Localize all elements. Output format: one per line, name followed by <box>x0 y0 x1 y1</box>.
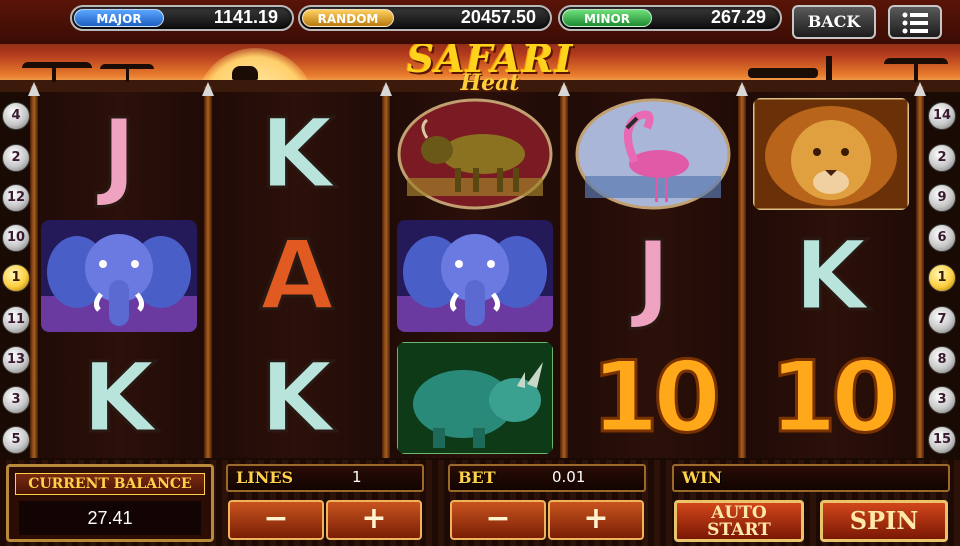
symbol-rhino <box>392 338 558 458</box>
line-marker-left[interactable]: 10 <box>2 224 30 252</box>
acacia-trunk-left <box>52 66 56 82</box>
elephant-silhouette <box>232 66 258 80</box>
reel-5: K 10 <box>746 92 916 458</box>
back-button[interactable]: BACK <box>792 5 876 39</box>
line-marker-left[interactable]: 13 <box>2 346 30 374</box>
bet-panel: BET 0.01 <box>448 464 646 492</box>
wildebeest-icon <box>397 98 553 210</box>
lion-icon <box>753 98 909 210</box>
line-marker-left-active[interactable]: 1 <box>2 264 30 292</box>
line-marker-left[interactable]: 3 <box>2 386 30 414</box>
symbol-wildebeest <box>392 94 558 214</box>
symbol-lion <box>748 94 914 214</box>
herd-silhouette <box>748 68 818 78</box>
bet-value: 0.01 <box>552 468 586 486</box>
jackpot-major-label: MAJOR <box>74 9 164 27</box>
reel-2: K A K <box>212 92 382 458</box>
giraffe-silhouette <box>826 56 832 80</box>
menu-icon <box>902 12 928 34</box>
line-marker-right[interactable]: 14 <box>928 102 956 130</box>
lines-minus-button[interactable]: − <box>228 500 324 540</box>
line-marker-right[interactable]: 3 <box>928 386 956 414</box>
top-bar: MAJOR 1141.19 RANDOM 20457.50 MINOR 267.… <box>0 0 960 44</box>
jackpot-minor-value: 267.29 <box>710 7 766 27</box>
jackpot-random-label: RANDOM <box>302 9 394 27</box>
jackpot-random: RANDOM 20457.50 <box>298 5 552 31</box>
line-marker-left[interactable]: 2 <box>2 144 30 172</box>
acacia-tree-left <box>22 62 92 68</box>
rhino-icon <box>397 342 553 454</box>
lines-label: LINES <box>236 468 294 487</box>
line-marker-left[interactable]: 4 <box>2 102 30 130</box>
symbol-a: A <box>258 219 335 334</box>
symbol-j: J <box>100 97 139 212</box>
line-marker-left[interactable]: 5 <box>2 426 30 454</box>
acacia-trunk-left-2 <box>126 68 129 82</box>
reel-4: J 10 <box>568 92 738 458</box>
acacia-trunk-right <box>914 62 918 82</box>
symbol-k: K <box>258 97 335 212</box>
current-balance-value: 27.41 <box>19 501 201 535</box>
line-marker-left[interactable]: 11 <box>2 306 30 334</box>
reel-1: J K <box>34 92 204 458</box>
reel-divider-spear <box>736 82 748 458</box>
symbol-k: K <box>258 341 335 456</box>
line-marker-right[interactable]: 6 <box>928 224 956 252</box>
lines-plus-button[interactable]: + <box>326 500 422 540</box>
win-label: WIN <box>682 468 723 487</box>
symbol-flamingo <box>570 94 736 214</box>
reel-divider-spear <box>914 82 926 458</box>
line-marker-right[interactable]: 8 <box>928 346 956 374</box>
current-balance-label: CURRENT BALANCE <box>15 473 205 495</box>
lines-value: 1 <box>352 468 362 486</box>
menu-button[interactable] <box>888 5 942 39</box>
elephant-icon <box>397 220 553 332</box>
reel-divider-spear <box>558 82 570 458</box>
line-marker-right-active[interactable]: 1 <box>928 264 956 292</box>
reel-divider-spear <box>380 82 392 458</box>
elephant-icon <box>41 220 197 332</box>
bet-minus-button[interactable]: − <box>450 500 546 540</box>
reel-3 <box>390 92 560 458</box>
jackpot-major-value: 1141.19 <box>213 7 278 27</box>
line-marker-right[interactable]: 9 <box>928 184 956 212</box>
win-panel: WIN <box>672 464 950 492</box>
symbol-k: K <box>792 219 869 334</box>
symbol-10: 10 <box>589 340 722 457</box>
line-marker-right[interactable]: 2 <box>928 144 956 172</box>
line-marker-right[interactable]: 15 <box>928 426 956 454</box>
bet-label: BET <box>458 468 496 487</box>
jackpot-minor-label: MINOR <box>562 9 652 27</box>
symbol-elephant <box>392 216 558 336</box>
lines-panel: LINES 1 <box>226 464 424 492</box>
reel-divider-spear <box>28 82 40 458</box>
reel-divider-spear <box>202 82 214 458</box>
jackpot-major: MAJOR 1141.19 <box>70 5 294 31</box>
symbol-j: J <box>634 219 673 334</box>
symbol-k: K <box>80 341 157 456</box>
symbol-elephant <box>36 216 202 336</box>
reel-area: J K K A K J 10 K 10 <box>28 82 926 458</box>
line-marker-left[interactable]: 12 <box>2 184 30 212</box>
jackpot-random-value: 20457.50 <box>460 7 536 27</box>
bet-plus-button[interactable]: + <box>548 500 644 540</box>
spin-button[interactable]: SPIN <box>820 500 948 542</box>
symbol-10: 10 <box>767 340 900 457</box>
auto-start-button[interactable]: AUTO START <box>674 500 804 542</box>
jackpot-minor: MINOR 267.29 <box>558 5 782 31</box>
line-marker-right[interactable]: 7 <box>928 306 956 334</box>
flamingo-icon <box>575 98 731 210</box>
current-balance-box: CURRENT BALANCE 27.41 <box>6 464 214 542</box>
